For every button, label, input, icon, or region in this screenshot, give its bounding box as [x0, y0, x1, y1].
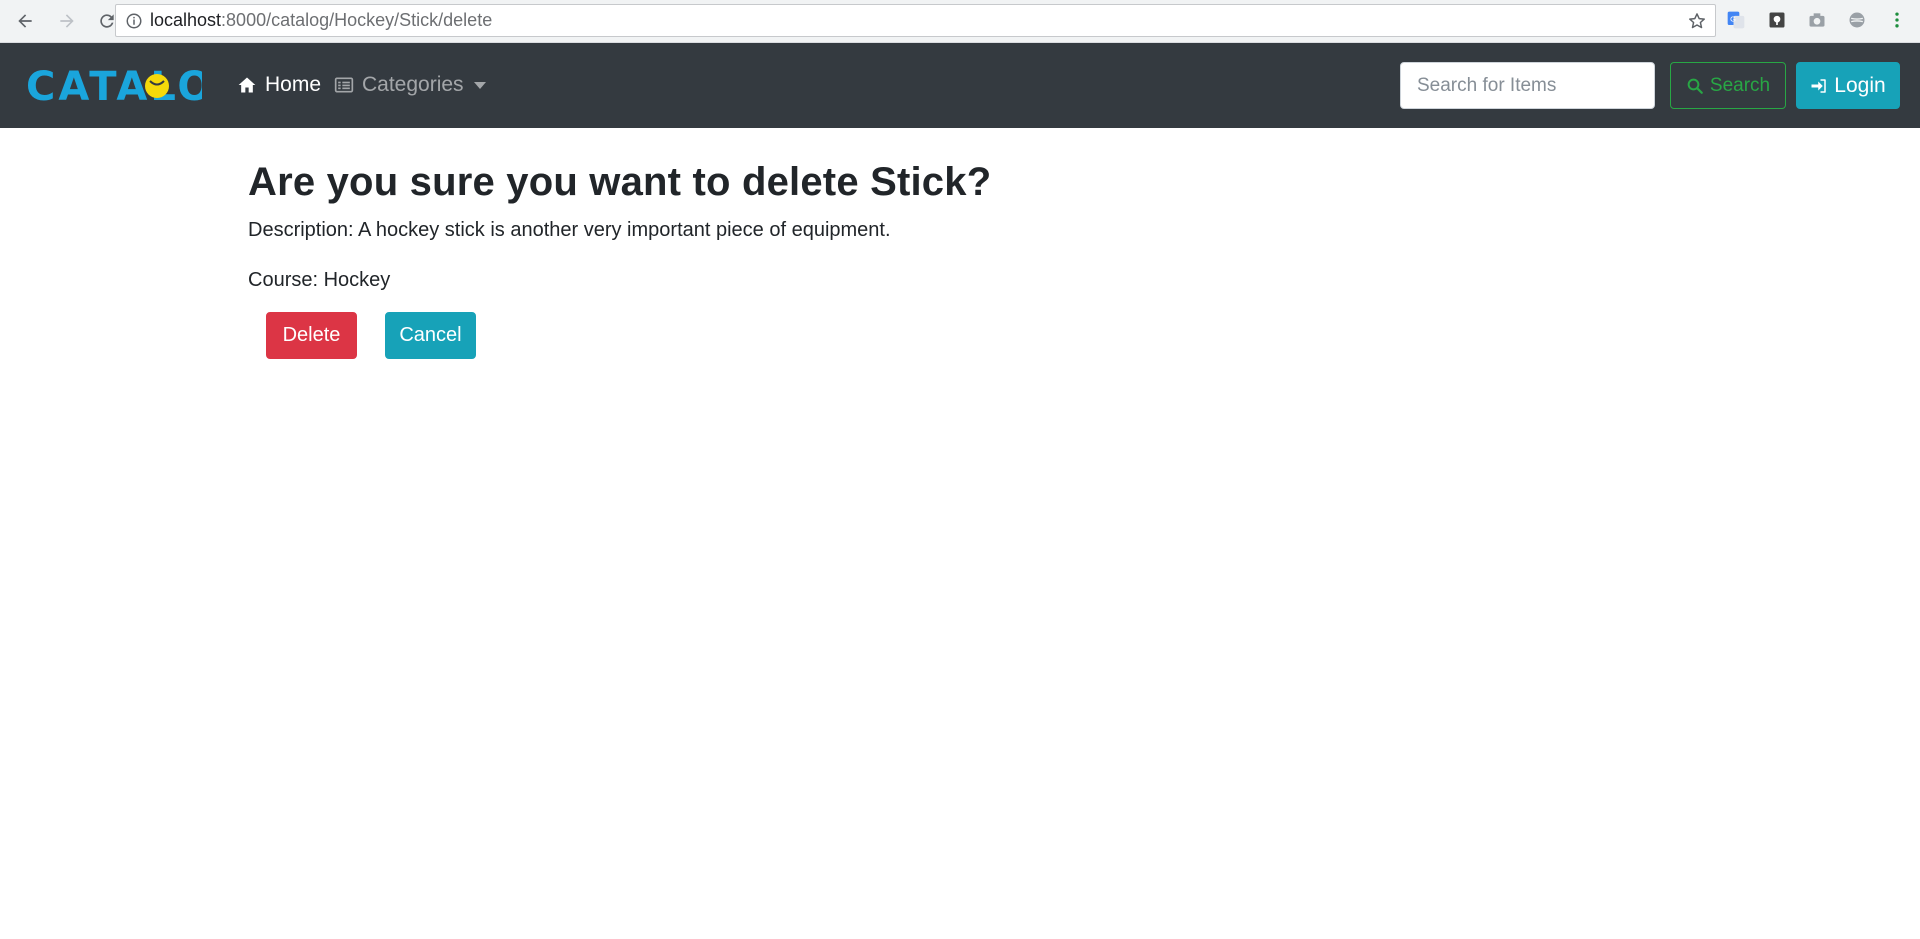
url-host: localhost	[150, 10, 222, 30]
forward-arrow-icon	[60, 14, 74, 28]
info-icon[interactable]	[125, 12, 143, 30]
camera-extension-icon[interactable]	[1806, 9, 1828, 31]
search-input[interactable]	[1400, 62, 1655, 109]
svg-text:CATALOG: CATALOG	[26, 64, 202, 109]
item-course: Course: Hockey	[248, 269, 391, 291]
url-text: localhost:8000/catalog/Hockey/Stick/dele…	[150, 10, 492, 31]
item-description: Description: A hockey stick is another v…	[248, 219, 891, 241]
url-path: :8000/catalog/Hockey/Stick/delete	[221, 10, 493, 30]
search-button[interactable]: Search	[1670, 62, 1786, 109]
login-button[interactable]: Login	[1796, 62, 1900, 109]
svg-text:G: G	[1730, 15, 1736, 24]
translate-extension-icon[interactable]: G	[1725, 9, 1747, 31]
home-icon	[238, 77, 256, 93]
brand-logo[interactable]: CATALOG	[26, 61, 202, 109]
delete-confirmation: Are you sure you want to delete Stick? D…	[248, 158, 991, 360]
nav-categories-label: Categories	[362, 73, 464, 96]
extension-globe-icon[interactable]	[1846, 9, 1868, 31]
cancel-button[interactable]: Cancel	[385, 312, 476, 359]
forward-button[interactable]	[52, 6, 82, 36]
list-alt-icon	[334, 77, 354, 93]
delete-button[interactable]: Delete	[266, 312, 357, 359]
search-button-label: Search	[1709, 74, 1771, 96]
search-icon	[1687, 78, 1703, 94]
nav-home-link[interactable]: Home	[237, 73, 321, 97]
caret-down-icon	[473, 81, 486, 89]
nav-categories-dropdown[interactable]: Categories	[334, 73, 486, 97]
address-bar[interactable]: localhost:8000/catalog/Hockey/Stick/dele…	[115, 4, 1716, 37]
back-button[interactable]	[10, 6, 40, 36]
reload-icon	[100, 14, 114, 28]
nav-home-label: Home	[265, 73, 322, 96]
login-button-label: Login	[1834, 73, 1886, 97]
lastpass-extension-icon[interactable]	[1766, 9, 1788, 31]
sign-in-icon	[1811, 78, 1827, 93]
bookmark-star-icon[interactable]	[1687, 11, 1707, 31]
site-navbar: CATALOG Home Categories Search Login	[0, 43, 1920, 128]
action-buttons: Delete Cancel	[248, 312, 991, 360]
page-title: Are you sure you want to delete Stick?	[248, 160, 992, 204]
back-arrow-icon	[18, 14, 32, 28]
browser-menu-icon[interactable]	[1886, 9, 1908, 31]
browser-toolbar: localhost:8000/catalog/Hockey/Stick/dele…	[0, 0, 1920, 43]
